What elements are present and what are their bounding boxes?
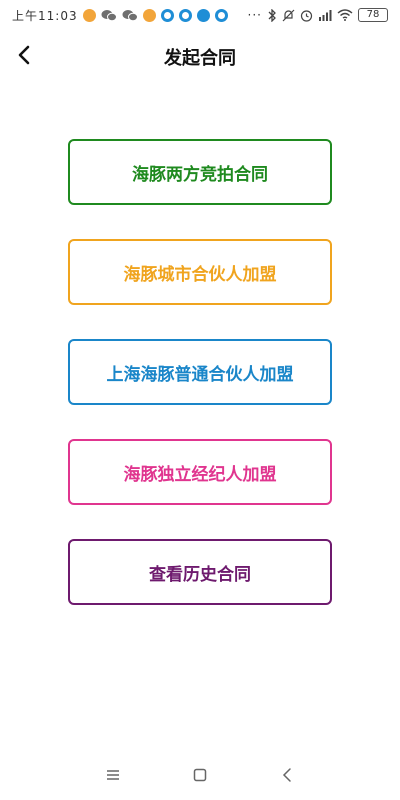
menu-button[interactable] xyxy=(98,760,128,790)
header: 发起合同 xyxy=(0,36,400,74)
orange-app-icon xyxy=(142,8,156,22)
alarm-icon xyxy=(300,9,313,22)
shanghai-general-partner-join-button[interactable]: 上海海豚普通合伙人加盟 xyxy=(68,339,332,405)
blue-app-icon xyxy=(178,8,192,22)
wechat-icon xyxy=(101,9,117,22)
wifi-icon xyxy=(337,9,353,21)
orange-app-icon xyxy=(82,8,96,22)
mute-bell-icon xyxy=(282,9,295,22)
wechat-icon xyxy=(122,9,138,22)
system-nav-bar xyxy=(0,750,400,800)
bluetooth-icon xyxy=(267,8,277,22)
independent-agent-join-button[interactable]: 海豚独立经纪人加盟 xyxy=(68,439,332,505)
status-right: ··· 78 xyxy=(248,8,388,22)
more-dots: ··· xyxy=(247,8,262,22)
zhihu-icon xyxy=(196,8,210,22)
home-button[interactable] xyxy=(185,760,215,790)
status-bar: 上午11:03 ··· 78 xyxy=(0,0,400,30)
page-title: 发起合同 xyxy=(164,48,236,69)
signal-icon xyxy=(318,9,332,21)
blue-app-icon xyxy=(214,8,228,22)
blue-app-icon xyxy=(160,8,174,22)
menu-icon xyxy=(107,770,120,780)
status-time: 上午11:03 xyxy=(12,8,78,23)
home-square-icon xyxy=(193,768,207,782)
city-partner-join-button[interactable]: 海豚城市合伙人加盟 xyxy=(68,239,332,305)
view-history-contracts-button[interactable]: 查看历史合同 xyxy=(68,539,332,605)
back-triangle-icon xyxy=(282,768,291,782)
battery-indicator: 78 xyxy=(358,8,388,22)
status-left: 上午11:03 xyxy=(12,7,228,24)
contract-options: 海豚两方竞拍合同 海豚城市合伙人加盟 上海海豚普通合伙人加盟 海豚独立经纪人加盟… xyxy=(68,139,332,639)
two-party-auction-contract-button[interactable]: 海豚两方竞拍合同 xyxy=(68,139,332,205)
nav-back-button[interactable] xyxy=(272,760,302,790)
